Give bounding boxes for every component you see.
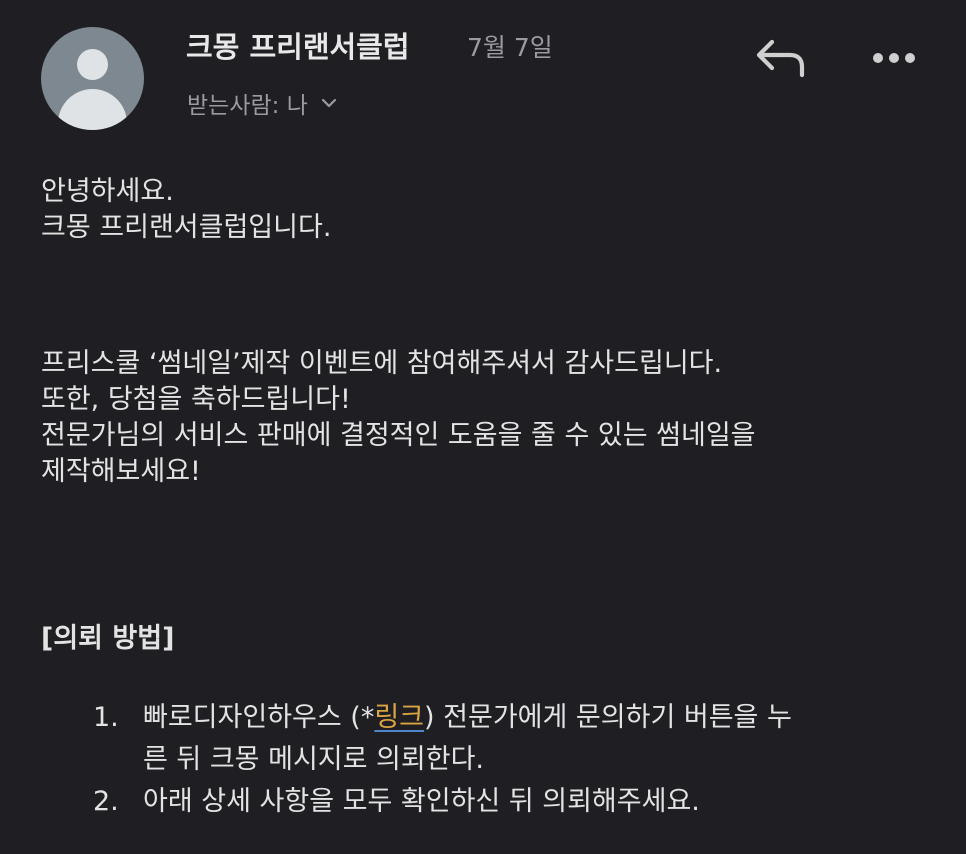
link[interactable]: 링크 <box>374 702 424 733</box>
message-paragraph: 프리스쿨 ‘썸네일’제작 이벤트에 참여해주셔서 감사드립니다. 또한, 당첨을… <box>41 346 756 490</box>
greeting-line: 안녕하세요. <box>41 176 174 207</box>
step-text: ) 전문가에게 문의하기 버튼을 누 <box>424 702 792 733</box>
section-title: [의뢰 방법] <box>41 623 175 654</box>
paragraph-line: 제작해보세요! <box>41 456 201 487</box>
paragraph-line: 프리스쿨 ‘썸네일’제작 이벤트에 참여해주셔서 감사드립니다. <box>41 348 723 379</box>
chevron-down-icon <box>321 98 336 108</box>
email-date: 7월 7일 <box>467 33 553 62</box>
reply-icon[interactable] <box>752 34 808 82</box>
sender-name[interactable]: 크몽 프리랜서클럽 <box>186 24 410 66</box>
steps-list: 1. 빠로디자인하우스 (*링크) 전문가에게 문의하기 버튼을 누 른 뒤 크… <box>93 697 792 823</box>
step-line: 빠로디자인하우스 (*링크) 전문가에게 문의하기 버튼을 누 <box>143 697 792 739</box>
list-item: 2. 아래 상세 사항을 모두 확인하신 뒤 의뢰해주세요. <box>93 781 792 823</box>
more-options-icon[interactable] <box>868 38 920 78</box>
sender-avatar[interactable] <box>41 27 144 130</box>
greeting-line: 크몽 프리랜서클럽입니다. <box>41 212 332 243</box>
step-continuation: 른 뒤 크몽 메시지로 의뢰한다. <box>143 744 484 775</box>
email-header: 크몽 프리랜서클럽 7월 7일 받는사람: 나 <box>0 0 966 140</box>
greeting-block: 안녕하세요. 크몽 프리랜서클럽입니다. <box>41 174 331 246</box>
list-number: 1. <box>93 702 119 733</box>
list-number: 2. <box>93 786 119 817</box>
recipient-label: 받는사람: 나 <box>187 93 308 119</box>
list-item: 1. 빠로디자인하우스 (*링크) 전문가에게 문의하기 버튼을 누 른 뒤 크… <box>93 697 792 781</box>
paragraph-line: 전문가님의 서비스 판매에 결정적인 도움을 줄 수 있는 썸네일을 <box>41 420 756 451</box>
step-text: 빠로디자인하우스 (* <box>143 702 375 733</box>
recipient-toggle[interactable]: 받는사람: 나 <box>187 86 338 120</box>
avatar-head-shape <box>77 49 108 80</box>
step-text: 아래 상세 사항을 모두 확인하신 뒤 의뢰해주세요. <box>143 786 700 817</box>
paragraph-line: 또한, 당첨을 축하드립니다! <box>41 384 351 415</box>
avatar-shoulders-shape <box>58 89 127 130</box>
